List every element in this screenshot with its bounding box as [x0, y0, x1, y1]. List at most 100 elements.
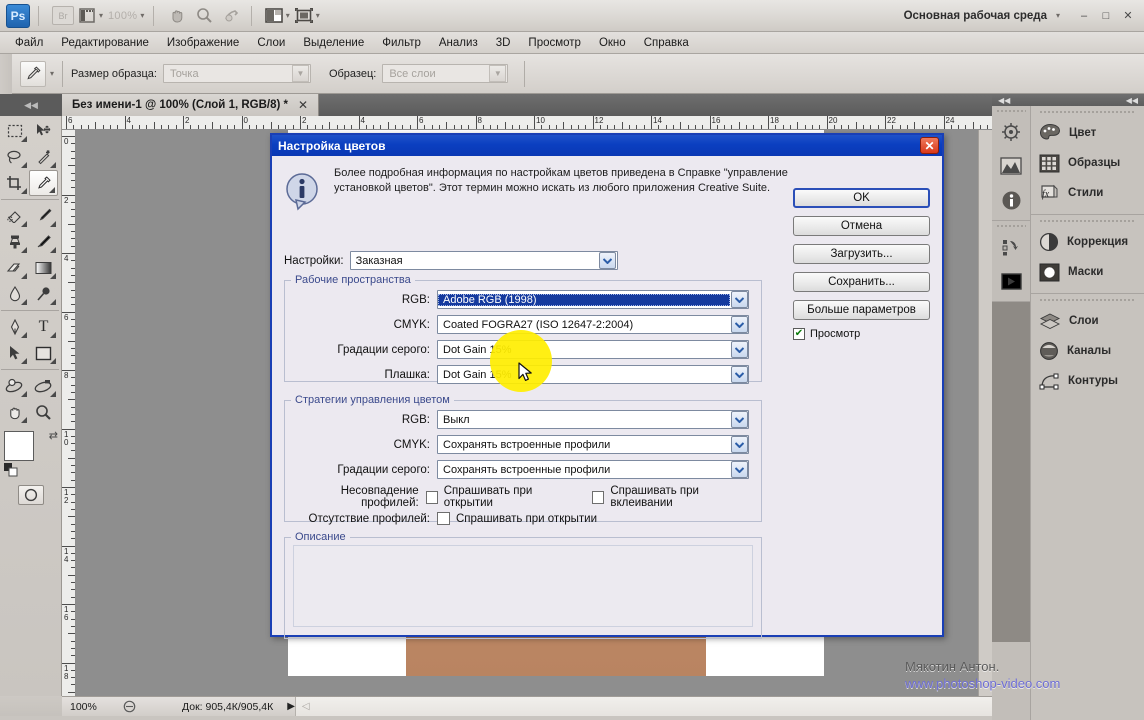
zoom-tool-button[interactable]: [194, 5, 216, 27]
tool-marquee[interactable]: [0, 118, 29, 144]
tool-zoom[interactable]: [29, 399, 58, 425]
menu-view[interactable]: Просмотр: [519, 34, 590, 52]
close-icon[interactable]: ✕: [920, 137, 939, 154]
checkbox[interactable]: [592, 490, 605, 504]
tool-blur[interactable]: [0, 281, 29, 307]
more-options-button[interactable]: Больше параметров: [793, 300, 930, 320]
vertical-ruler[interactable]: 024681 01 21 41 61 8: [62, 130, 76, 696]
mismatch-ask-open[interactable]: Спрашивать при открытии: [425, 485, 573, 509]
document-tab[interactable]: Без имени-1 @ 100% (Слой 1, RGB/8) * ✕: [62, 94, 320, 116]
tool-pen[interactable]: [0, 314, 29, 340]
chevron-down-icon[interactable]: ▾: [1056, 11, 1060, 20]
dialog-title-bar[interactable]: Настройка цветов ✕: [272, 135, 942, 156]
checkbox[interactable]: [425, 490, 438, 504]
panel-masks[interactable]: Маски: [1031, 257, 1144, 287]
spot-working-space-select[interactable]: Dot Gain 15%: [437, 365, 749, 384]
tool-path-selection[interactable]: [0, 340, 29, 366]
menu-analysis[interactable]: Анализ: [430, 34, 487, 52]
dock-collapse-right-icon[interactable]: ◀◀: [1126, 96, 1138, 105]
tool-crop[interactable]: [0, 170, 29, 196]
toolbar-collapse-handle[interactable]: ◀◀: [0, 94, 62, 116]
drag-dots[interactable]: [996, 224, 1026, 228]
zoom-level-field[interactable]: 100% ▾: [108, 5, 145, 27]
close-icon[interactable]: ✕: [298, 98, 308, 112]
current-tool-button[interactable]: [20, 60, 46, 87]
horizontal-ruler[interactable]: 6 4 2 0 2 4 6 8 10 12 14 16 18 20 22 24: [62, 116, 992, 130]
tool-magic-wand[interactable]: [29, 144, 58, 170]
view-extras-button[interactable]: ▾: [79, 5, 103, 27]
tool-preset-chevron-icon[interactable]: ▾: [50, 69, 54, 78]
panel-icon-navigator[interactable]: [992, 115, 1030, 149]
cmyk-working-space-select[interactable]: Coated FOGRA27 (ISO 12647-2:2004): [437, 315, 749, 334]
gray-policy-select[interactable]: Сохранять встроенные профили: [437, 460, 749, 479]
panel-icon-actions[interactable]: [992, 264, 1030, 298]
screen-mode-button[interactable]: ▾: [294, 5, 320, 27]
photoshop-logo-icon[interactable]: Ps: [6, 3, 30, 28]
menu-help[interactable]: Справка: [635, 34, 698, 52]
status-preview-icon[interactable]: [118, 700, 140, 713]
sample-size-select[interactable]: Точка ▼: [162, 64, 311, 83]
tool-eyedropper[interactable]: [29, 170, 58, 196]
menu-file[interactable]: Файл: [6, 34, 52, 52]
cancel-button[interactable]: Отмена: [793, 216, 930, 236]
panel-swatches[interactable]: Образцы: [1031, 148, 1144, 178]
ok-button[interactable]: OK: [793, 188, 930, 208]
tool-history-brush[interactable]: [29, 229, 58, 255]
sample-select[interactable]: Все слои ▼: [382, 64, 509, 83]
menu-3d[interactable]: 3D: [487, 34, 520, 52]
status-zoom-field[interactable]: 100%: [62, 701, 118, 713]
drag-dots[interactable]: [1039, 298, 1136, 302]
bridge-button[interactable]: Br: [52, 5, 74, 27]
workspace-switcher[interactable]: Основная рабочая среда ▾ – □ ✕: [904, 7, 1144, 25]
tool-move[interactable]: [29, 118, 58, 144]
cmyk-policy-select[interactable]: Сохранять встроенные профили: [437, 435, 749, 454]
options-bar-grip[interactable]: [0, 53, 12, 94]
minimize-button[interactable]: –: [1074, 7, 1094, 25]
panel-icon-history[interactable]: [992, 230, 1030, 264]
tool-rectangle[interactable]: [29, 340, 58, 366]
tool-eraser[interactable]: [0, 255, 29, 281]
menu-filter[interactable]: Фильтр: [373, 34, 430, 52]
default-colors-icon[interactable]: [4, 463, 18, 477]
drag-dots[interactable]: [1039, 110, 1136, 114]
tool-gradient[interactable]: [29, 255, 58, 281]
menu-select[interactable]: Выделение: [294, 34, 373, 52]
status-expand-arrow-icon[interactable]: ▶: [287, 701, 295, 712]
missing-ask-open[interactable]: Спрашивать при открытии: [437, 512, 597, 525]
panel-icon-histogram[interactable]: [992, 149, 1030, 183]
panel-styles[interactable]: fx Стили: [1031, 178, 1144, 208]
save-button[interactable]: Сохранить...: [793, 272, 930, 292]
tool-brush[interactable]: [29, 203, 58, 229]
arrange-documents-button[interactable]: ▾: [264, 5, 290, 27]
dock-collapse-left-icon[interactable]: ◀◀: [998, 96, 1010, 105]
close-button[interactable]: ✕: [1118, 7, 1138, 25]
tool-healing-brush[interactable]: [0, 203, 29, 229]
rotate-view-tool-button[interactable]: [221, 5, 243, 27]
tool-hand[interactable]: [0, 399, 29, 425]
panel-icon-info[interactable]: [992, 183, 1030, 217]
canvas-vertical-scrollbar[interactable]: [978, 130, 992, 696]
menu-window[interactable]: Окно: [590, 34, 635, 52]
menu-image[interactable]: Изображение: [158, 34, 248, 52]
preview-checkbox[interactable]: ✔: [793, 328, 805, 340]
menu-layers[interactable]: Слои: [248, 34, 294, 52]
tool-type[interactable]: T: [29, 314, 58, 340]
panel-layers[interactable]: Слои: [1031, 306, 1144, 336]
drag-dots[interactable]: [996, 109, 1026, 113]
checkbox[interactable]: [437, 512, 450, 525]
maximize-button[interactable]: □: [1096, 7, 1116, 25]
preview-checkbox-row[interactable]: ✔ Просмотр: [793, 328, 930, 340]
settings-preset-select[interactable]: Заказная: [349, 251, 618, 270]
menu-edit[interactable]: Редактирование: [52, 34, 158, 52]
mismatch-ask-paste[interactable]: Спрашивать при вклеивании: [592, 485, 751, 509]
tool-3d-camera-rotate[interactable]: [29, 373, 58, 399]
rgb-policy-select[interactable]: Выкл: [437, 410, 749, 429]
drag-dots[interactable]: [1039, 219, 1136, 223]
foreground-color-swatch[interactable]: [4, 431, 34, 461]
swap-colors-icon[interactable]: ⇄: [49, 429, 58, 442]
gray-working-space-select[interactable]: Dot Gain 15%: [437, 340, 749, 359]
hand-tool-button[interactable]: [167, 5, 189, 27]
tool-clone-stamp[interactable]: [0, 229, 29, 255]
panel-adjustments[interactable]: Коррекция: [1031, 227, 1144, 257]
panel-color[interactable]: Цвет: [1031, 118, 1144, 148]
